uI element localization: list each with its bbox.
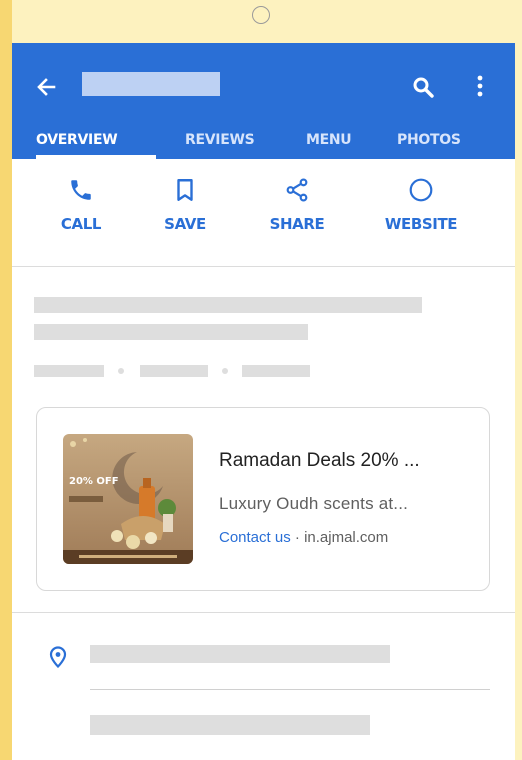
ad-image: 20% OFF [63,434,193,564]
sponsored-ad-card[interactable]: 20% OFF Ramadan Deals 20% ... Luxury Oud… [36,407,490,591]
separator-dot [222,368,228,374]
app-bar: OVERVIEW REVIEWS MENU PHOTOS [12,43,515,159]
call-label: CALL [60,215,102,233]
separator-dot [118,368,124,374]
bookmark-icon [177,179,193,201]
tab-bar: OVERVIEW REVIEWS MENU PHOTOS [12,131,515,159]
address-divider [90,689,490,690]
website-button[interactable]: WEBSITE [376,177,466,257]
ad-badge-text: 20% OFF [69,476,119,487]
address-placeholder [90,645,390,663]
ad-description: Luxury Oudh scents at... [219,494,409,513]
ad-title: Ramadan Deals 20% ... [219,450,420,471]
action-row: CALL SAVE SHARE WEBSITE [12,159,515,267]
section-divider [12,612,515,613]
search-icon[interactable] [412,76,434,98]
tab-menu[interactable]: MENU [306,131,352,149]
place-title-placeholder [82,72,220,96]
tab-overview[interactable]: OVERVIEW [36,131,118,149]
price-placeholder [242,365,310,377]
name-placeholder [34,297,422,313]
rating-placeholder [34,365,104,377]
place-details-screen: OVERVIEW REVIEWS MENU PHOTOS CALL SAVE S… [12,43,515,760]
more-vertical-icon[interactable] [472,74,488,98]
link-separator: · [290,529,305,546]
location-pin-icon [49,646,67,668]
ad-domain[interactable]: in.ajmal.com [304,529,388,546]
share-label: SHARE [269,215,325,233]
tab-reviews[interactable]: REVIEWS [185,131,255,149]
left-edge-strip [0,0,12,760]
globe-icon [409,178,433,202]
call-button[interactable]: CALL [36,177,126,257]
contact-us-link[interactable]: Contact us [219,529,291,546]
category-placeholder [34,324,308,340]
share-icon [286,178,308,202]
save-label: SAVE [164,215,206,233]
website-label: WEBSITE [384,215,458,233]
camera-icon [252,6,270,24]
share-button[interactable]: SHARE [252,177,342,257]
back-arrow-icon[interactable] [36,77,56,97]
phone-icon [71,180,91,200]
save-button[interactable]: SAVE [140,177,230,257]
ad-link-row: Contact us · in.ajmal.com [219,529,388,546]
tab-photos[interactable]: PHOTOS [397,131,461,149]
reviews-placeholder [140,365,208,377]
detail-placeholder [90,715,370,735]
